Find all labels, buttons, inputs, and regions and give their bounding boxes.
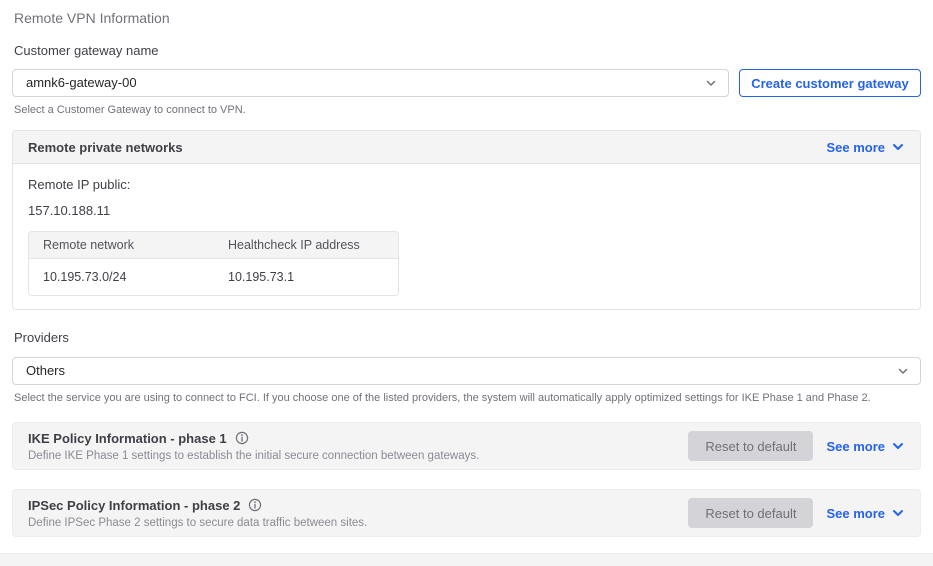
- customer-gateway-row: amnk6-gateway-00 Create customer gateway: [12, 69, 921, 97]
- see-more-label: See more: [826, 438, 885, 454]
- ipsec-policy-actions: Reset to default See more: [688, 498, 905, 528]
- healthcheck-ip-cell: 10.195.73.1: [214, 259, 398, 295]
- ike-policy-text: IKE Policy Information - phase 1 Define …: [28, 431, 479, 462]
- providers-selected-value: Others: [26, 363, 66, 378]
- ike-reset-to-default-button[interactable]: Reset to default: [688, 431, 814, 461]
- remote-private-networks-see-more-link[interactable]: See more: [826, 140, 905, 155]
- chevron-down-icon: [896, 364, 910, 378]
- remote-private-networks-header: Remote private networks See more: [13, 131, 920, 164]
- ipsec-policy-title-row: IPSec Policy Information - phase 2: [28, 498, 367, 513]
- column-header-remote-network: Remote network: [29, 232, 214, 259]
- ike-policy-title: IKE Policy Information - phase 1: [28, 430, 227, 446]
- ipsec-see-more-link[interactable]: See more: [826, 506, 905, 521]
- ipsec-policy-description: Define IPSec Phase 2 settings to secure …: [28, 516, 368, 529]
- remote-vpn-page: Remote VPN Information Customer gateway …: [0, 0, 933, 566]
- ike-see-more-link[interactable]: See more: [826, 439, 905, 454]
- remote-ip-public-label: Remote IP public:: [28, 177, 131, 192]
- remote-networks-table: Remote network Healthcheck IP address 10…: [28, 231, 399, 296]
- providers-select[interactable]: Others: [12, 357, 921, 385]
- info-icon[interactable]: [235, 431, 249, 445]
- remote-private-networks-title: Remote private networks: [28, 139, 183, 155]
- customer-gateway-select[interactable]: amnk6-gateway-00: [12, 69, 729, 97]
- see-more-label: See more: [826, 139, 885, 155]
- customer-gateway-helper-text: Select a Customer Gateway to connect to …: [14, 104, 246, 116]
- customer-gateway-selected-value: amnk6-gateway-00: [26, 75, 137, 90]
- remote-ip-public-value: 157.10.188.11: [28, 203, 111, 218]
- remote-private-networks-panel: Remote private networks See more Remote …: [12, 130, 921, 310]
- providers-label: Providers: [14, 330, 69, 345]
- column-header-healthcheck-ip: Healthcheck IP address: [214, 232, 398, 259]
- ike-policy-description: Define IKE Phase 1 settings to establish…: [28, 449, 480, 462]
- ipsec-reset-to-default-button[interactable]: Reset to default: [688, 498, 814, 528]
- table-row: 10.195.73.0/24 10.195.73.1: [29, 259, 398, 295]
- remote-network-cell: 10.195.73.0/24: [29, 259, 214, 295]
- chevron-down-icon: [891, 140, 905, 154]
- chevron-down-icon: [891, 439, 905, 453]
- ike-policy-actions: Reset to default See more: [688, 431, 905, 461]
- see-more-label: See more: [826, 505, 885, 521]
- info-icon[interactable]: [248, 498, 262, 512]
- ipsec-policy-panel: IPSec Policy Information - phase 2 Defin…: [12, 489, 921, 537]
- page-title: Remote VPN Information: [14, 10, 170, 26]
- chevron-down-icon: [704, 76, 718, 90]
- remote-private-networks-body: Remote IP public: 157.10.188.11 Remote n…: [13, 164, 920, 309]
- chevron-down-icon: [891, 506, 905, 520]
- ipsec-policy-title: IPSec Policy Information - phase 2: [28, 497, 241, 513]
- ipsec-policy-text: IPSec Policy Information - phase 2 Defin…: [28, 498, 367, 529]
- remote-networks-table-body: 10.195.73.0/24 10.195.73.1: [29, 259, 398, 295]
- ike-policy-title-row: IKE Policy Information - phase 1: [28, 431, 479, 446]
- providers-helper-text: Select the service you are using to conn…: [14, 392, 871, 404]
- table-header-row: Remote network Healthcheck IP address: [29, 232, 398, 259]
- customer-gateway-label: Customer gateway name: [14, 43, 159, 58]
- ike-policy-panel: IKE Policy Information - phase 1 Define …: [12, 422, 921, 470]
- page-content: Remote VPN Information Customer gateway …: [0, 0, 933, 537]
- footer-bar: [0, 553, 933, 566]
- remote-networks-table-head: Remote network Healthcheck IP address: [29, 232, 398, 259]
- create-customer-gateway-button[interactable]: Create customer gateway: [739, 69, 921, 97]
